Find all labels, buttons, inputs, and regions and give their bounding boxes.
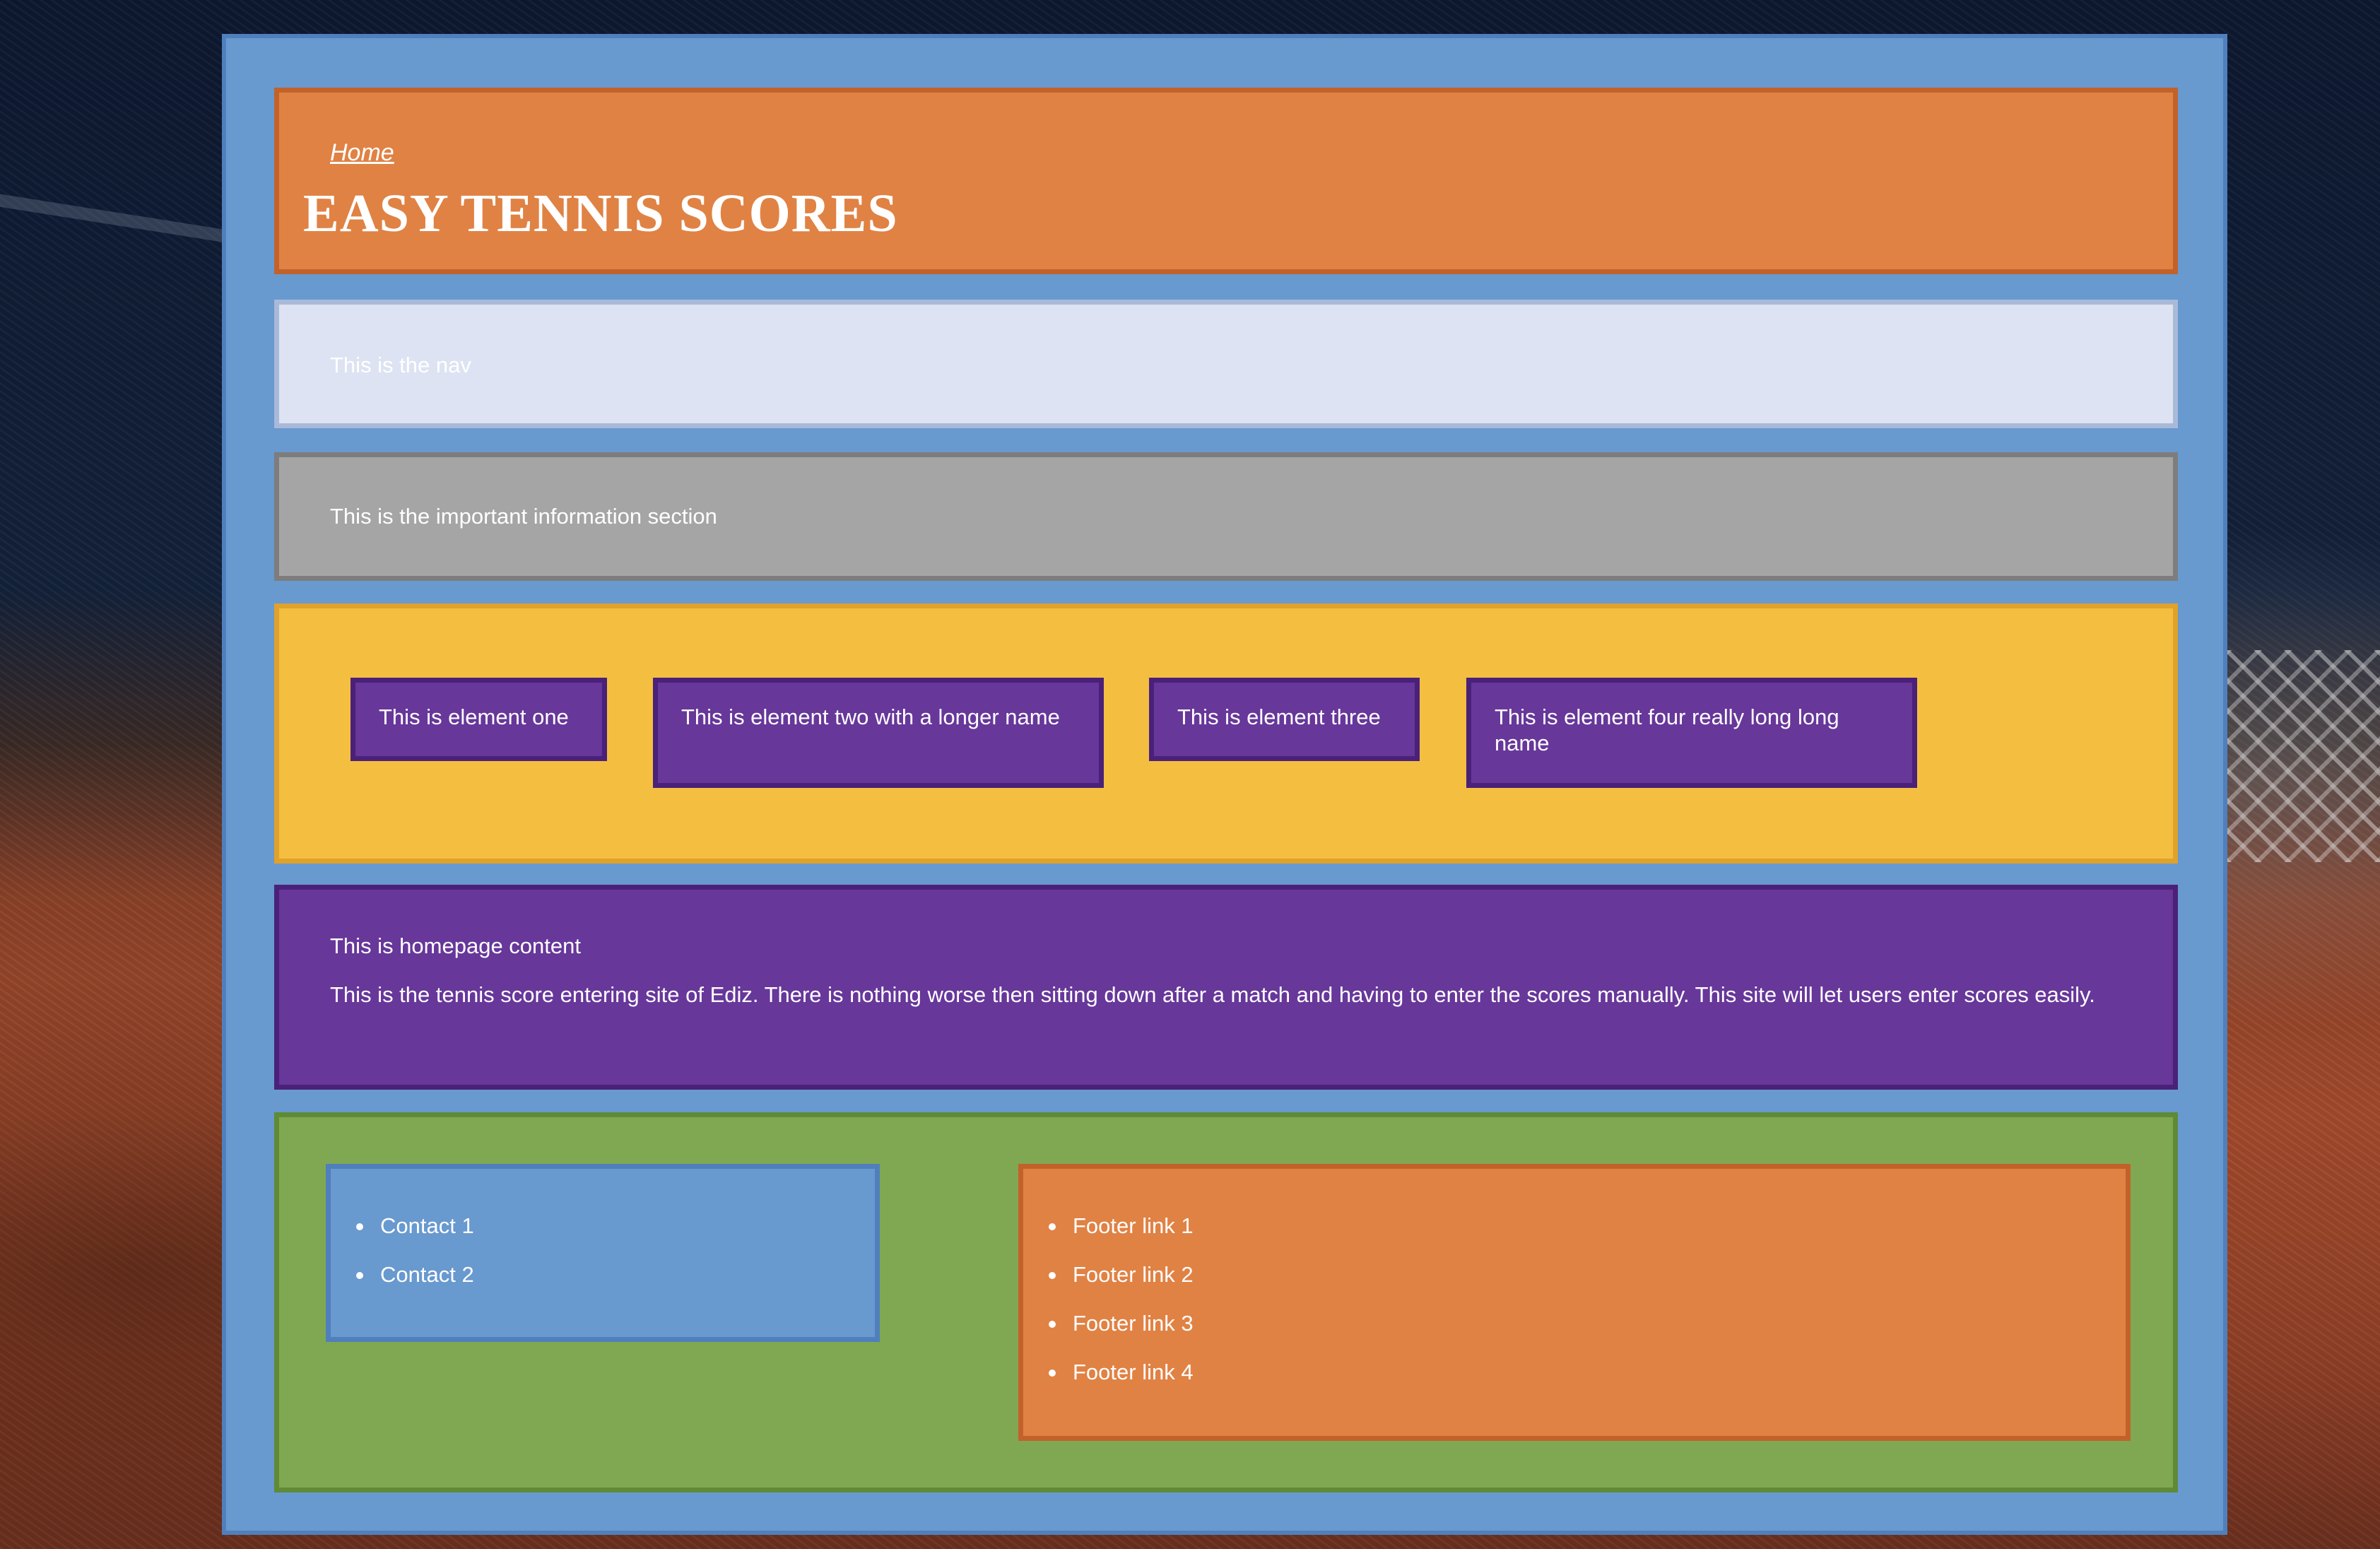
contact-item[interactable]: Contact 1 [352,1213,474,1261]
nav-text: This is the nav [330,353,471,377]
contact-box: Contact 1 Contact 2 [326,1164,880,1342]
contact-list: Contact 1 Contact 2 [352,1213,474,1310]
site-title: EASY TENNIS SCORES [303,184,898,243]
footer-link[interactable]: Footer link 4 [1044,1359,1194,1408]
footer-link[interactable]: Footer link 3 [1044,1310,1194,1359]
element-two[interactable]: This is element two with a longer name [653,678,1104,788]
background-net [2226,650,2380,862]
home-link[interactable]: Home [330,139,394,167]
footer-link[interactable]: Footer link 1 [1044,1213,1194,1261]
content-title: This is homepage content [330,933,581,958]
footer-links-list: Footer link 1 Footer link 2 Footer link … [1044,1213,1194,1408]
element-four[interactable]: This is element four really long long na… [1466,678,1917,788]
element-one[interactable]: This is element one [350,678,607,761]
info-text: This is the important information sectio… [330,504,717,529]
footer-link[interactable]: Footer link 2 [1044,1261,1194,1310]
site-header: Home EASY TENNIS SCORES [274,88,2178,274]
element-three[interactable]: This is element three [1149,678,1420,761]
nav-section: This is the nav [274,300,2178,428]
footer-links-box: Footer link 1 Footer link 2 Footer link … [1018,1164,2131,1441]
elements-section: This is element one This is element two … [274,603,2178,864]
site-footer: Contact 1 Contact 2 Footer link 1 Footer… [274,1112,2178,1492]
page-container: Home EASY TENNIS SCORES This is the nav … [222,34,2227,1535]
info-section: This is the important information sectio… [274,452,2178,581]
content-body: This is the tennis score entering site o… [330,982,2095,1007]
contact-item[interactable]: Contact 2 [352,1261,474,1310]
homepage-content: This is homepage content This is the ten… [274,885,2178,1090]
